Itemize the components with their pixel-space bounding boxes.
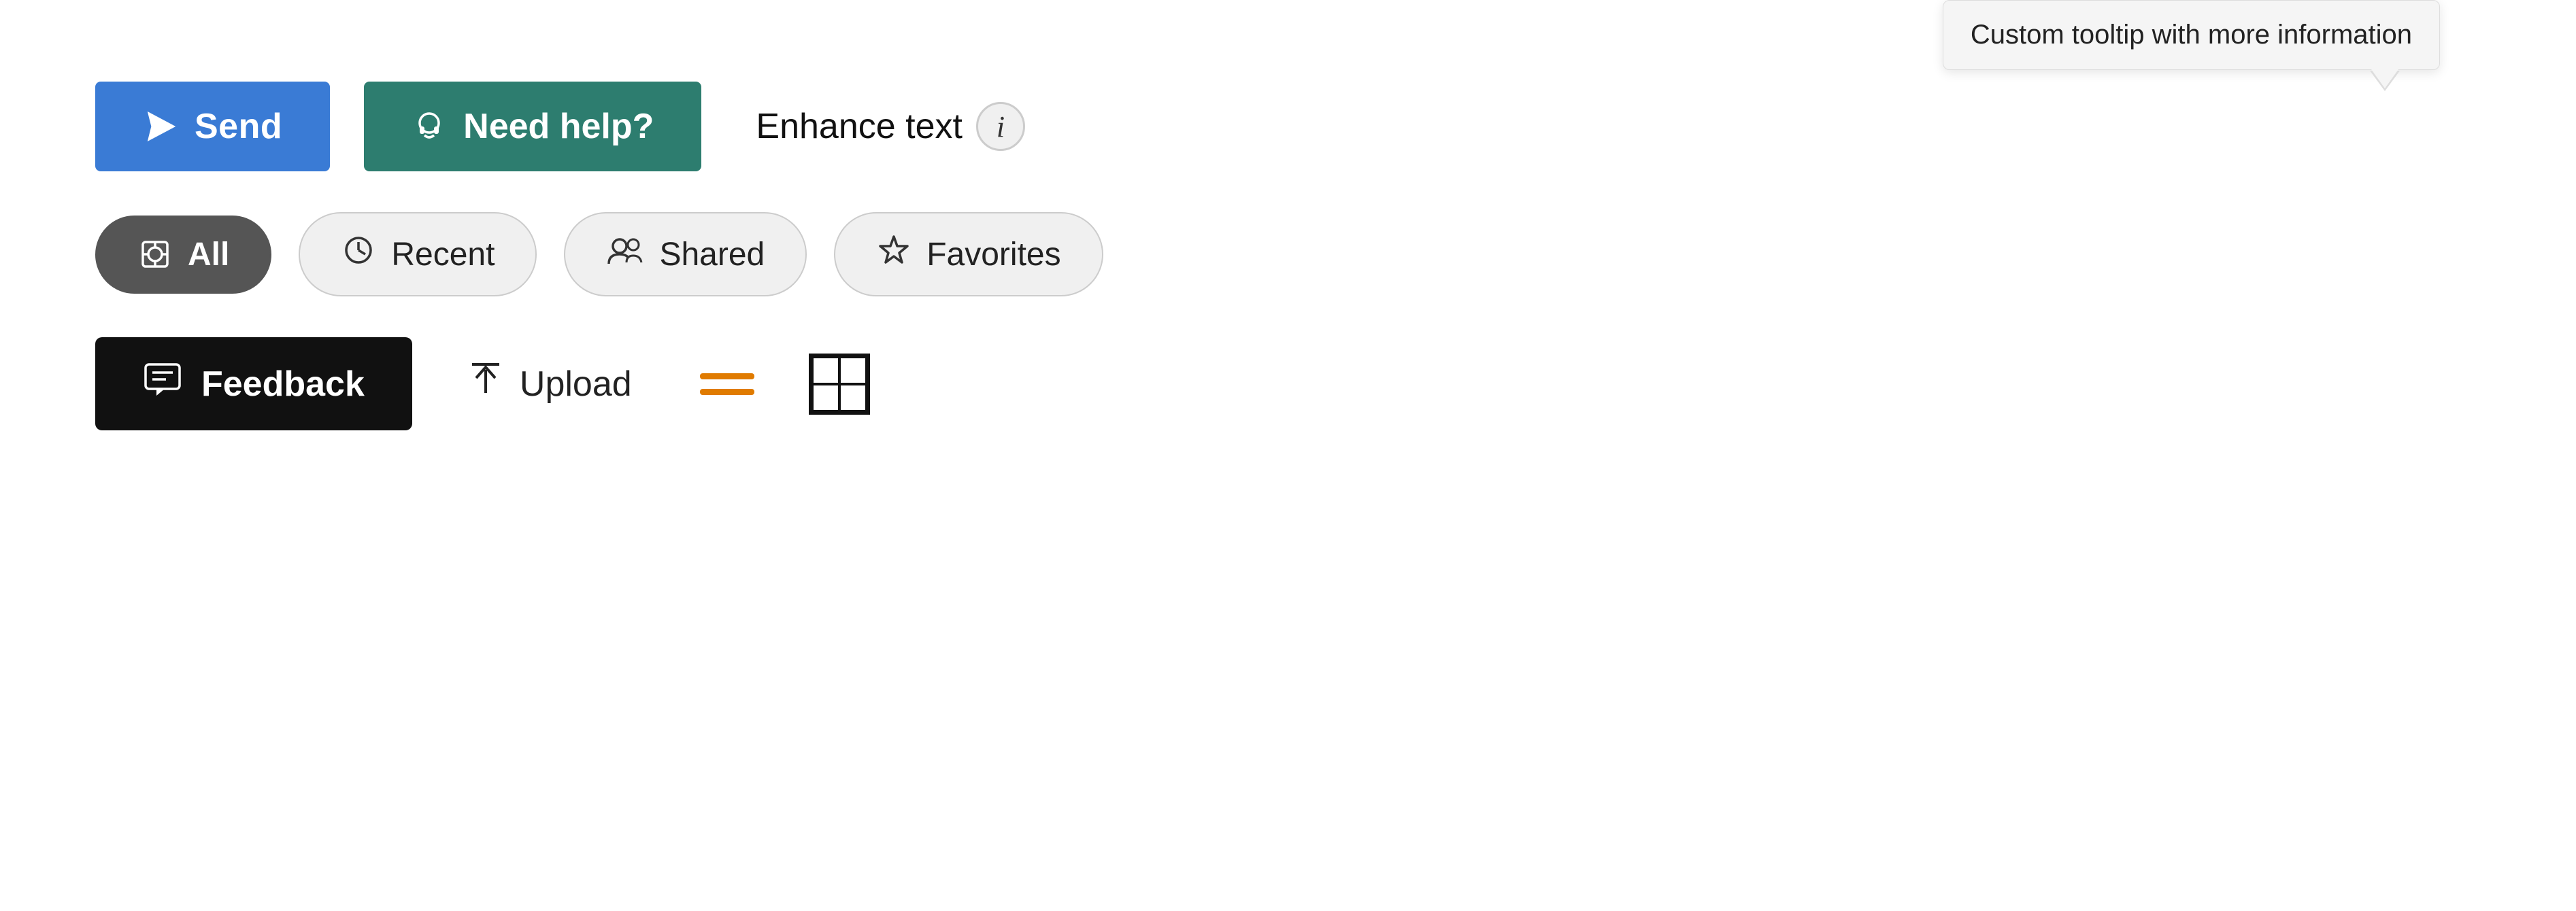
need-help-button[interactable]: Need help?: [364, 82, 701, 171]
send-icon: [143, 109, 178, 144]
enhance-text-label: Enhance text: [756, 106, 963, 147]
send-label: Send: [195, 106, 282, 147]
filter-shared-button[interactable]: Shared: [564, 212, 807, 296]
line-bar-1: [700, 373, 754, 379]
grid-cell-bl: [812, 384, 839, 411]
filter-favorites-button[interactable]: Favorites: [834, 212, 1103, 296]
recent-icon: [341, 233, 376, 276]
grid-cell-br: [839, 384, 867, 411]
favorites-icon: [876, 233, 911, 276]
send-button[interactable]: Send: [95, 82, 330, 171]
feedback-icon: [143, 362, 182, 406]
shared-icon: [606, 233, 644, 276]
toolbar-row: Feedback Upload: [95, 337, 2481, 430]
grid-cell-tr: [839, 357, 867, 384]
enhance-text-group: Enhance text i: [756, 102, 1025, 151]
feedback-label: Feedback: [201, 364, 365, 405]
filter-recent-label: Recent: [391, 236, 495, 273]
upload-icon: [467, 359, 505, 409]
filter-all-label: All: [188, 236, 229, 273]
tooltip-text: Custom tooltip with more information: [1971, 20, 2412, 50]
feedback-button[interactable]: Feedback: [95, 337, 412, 430]
info-icon: i: [997, 109, 1005, 144]
line-bar-2: [700, 389, 754, 395]
list-view-button[interactable]: [700, 373, 754, 395]
filter-shared-label: Shared: [659, 236, 765, 273]
info-icon-button[interactable]: i: [976, 102, 1025, 151]
filter-all-button[interactable]: All: [95, 216, 271, 294]
filter-row: All Recent Shar: [95, 212, 2481, 296]
upload-label: Upload: [520, 364, 632, 405]
action-row-1: Custom tooltip with more information Sen…: [95, 82, 2481, 171]
grid-view-button[interactable]: [809, 354, 870, 415]
headset-icon: [412, 109, 447, 144]
tooltip-box: Custom tooltip with more information: [1943, 0, 2440, 70]
filter-favorites-label: Favorites: [926, 236, 1060, 273]
grid-cell-tl: [812, 357, 839, 384]
need-help-label: Need help?: [463, 106, 654, 147]
upload-button[interactable]: Upload: [467, 359, 632, 409]
filter-recent-button[interactable]: Recent: [299, 212, 537, 296]
all-icon: [137, 237, 173, 272]
